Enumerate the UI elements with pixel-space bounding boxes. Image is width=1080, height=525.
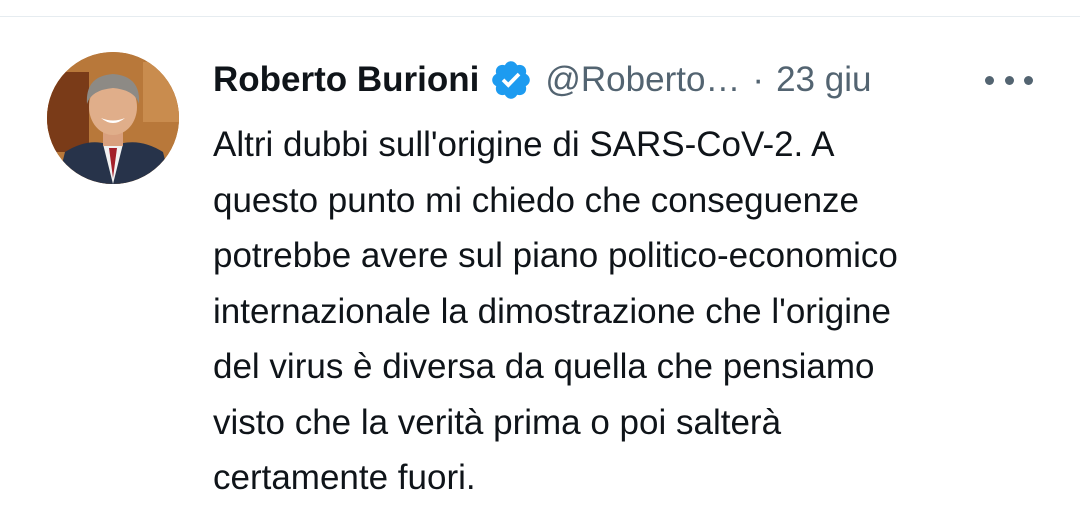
author-handle[interactable]: @Roberto… — [545, 60, 740, 100]
avatar[interactable] — [47, 52, 179, 184]
tweet[interactable]: Roberto Burioni @Roberto… · 23 giu Altri… — [0, 17, 1080, 525]
tweet-date[interactable]: 23 giu — [776, 60, 871, 100]
more-options-icon[interactable] — [985, 69, 1033, 91]
author-name[interactable]: Roberto Burioni — [213, 60, 479, 100]
more-dot-icon — [985, 75, 994, 85]
more-dot-icon — [1024, 75, 1033, 85]
tweet-header: Roberto Burioni @Roberto… · 23 giu — [213, 55, 871, 105]
tweet-text: Altri dubbi sull'origine di SARS-CoV-2. … — [213, 125, 898, 497]
verified-badge-icon — [489, 58, 533, 102]
more-dot-icon — [1004, 75, 1014, 85]
avatar-image — [47, 52, 179, 184]
header-separator: · — [752, 60, 765, 99]
